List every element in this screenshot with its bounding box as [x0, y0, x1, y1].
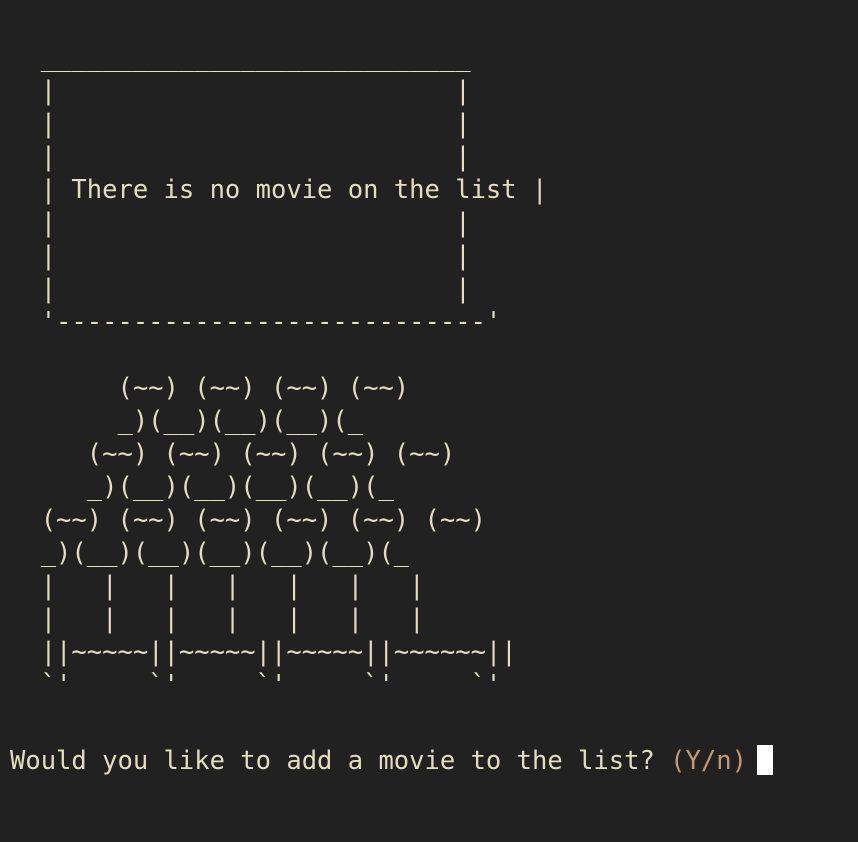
art-line: | | [10, 208, 471, 238]
art-line: | | | | | | | [10, 604, 425, 634]
terminal-window: ____________________________ | | | | | |… [0, 0, 858, 842]
text-cursor[interactable] [756, 745, 773, 775]
art-line: (~~) (~~) (~~) (~~) [10, 373, 410, 403]
art-line: _)(__)(__)(__)(__)(_ [10, 472, 394, 502]
art-line: (~~) (~~) (~~) (~~) (~~) [10, 439, 456, 469]
ascii-art: ____________________________ | | | | | |… [10, 42, 548, 702]
art-line: ____________________________ [10, 43, 471, 73]
art-line: (~~) (~~) (~~) (~~) (~~) (~~) [10, 505, 486, 535]
art-line: | | | | | | | [10, 571, 425, 601]
art-line: | There is no movie on the list | [10, 175, 548, 205]
art-line: | | [10, 241, 471, 271]
prompt-line: Would you like to add a movie to the lis… [10, 745, 773, 778]
art-line: | | [10, 109, 471, 139]
art-line: _)(__)(__)(__)(_ [10, 406, 364, 436]
art-line: ||~~~~~||~~~~~||~~~~~||~~~~~~|| [10, 637, 517, 667]
art-line: _)(__)(__)(__)(__)(__)(_ [10, 538, 410, 568]
art-line: | | [10, 76, 471, 106]
art-line: | | [10, 274, 471, 304]
prompt-question: Would you like to add a movie to the lis… [10, 746, 655, 776]
art-line: `' `' `' `' `' [10, 670, 502, 700]
art-line: '----------------------------' [10, 307, 502, 337]
art-line: | | [10, 142, 471, 172]
prompt-hint: (Y/n) [670, 746, 747, 776]
